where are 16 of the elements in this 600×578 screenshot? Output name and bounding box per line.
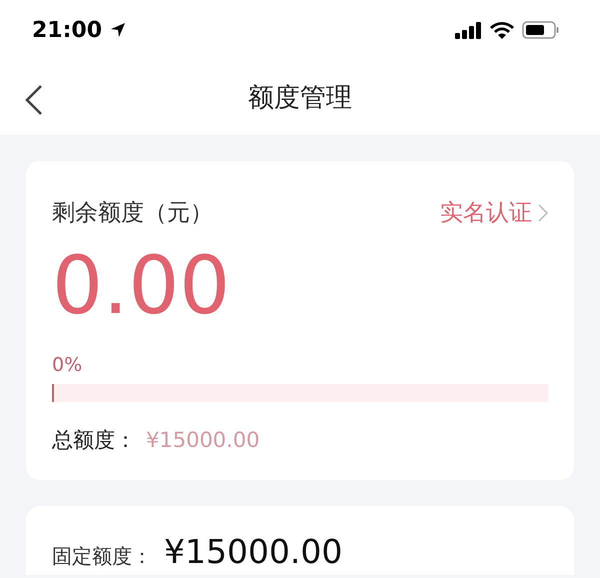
total-value: ¥15000.00: [146, 428, 260, 452]
status-time: 21:00: [32, 18, 102, 42]
total-label: 总额度：: [52, 427, 136, 454]
balance-amount: 0.00: [52, 246, 232, 326]
signal-icon: [455, 22, 482, 38]
chevron-icon: [538, 204, 548, 222]
fixed-label: 固定额度：: [52, 543, 152, 570]
page-title: 额度管理: [248, 82, 352, 115]
balance-label: 剩余额度（元）: [52, 199, 213, 228]
back-icon[interactable]: [24, 84, 44, 116]
battery-icon: [522, 21, 560, 39]
location-arrow-icon: [110, 22, 126, 38]
wifi-icon: [490, 21, 514, 39]
progress-percent: 0%: [52, 354, 84, 376]
verify-link[interactable]: 实名认证: [440, 197, 548, 228]
fixed-value: ¥15000.00: [164, 532, 342, 571]
